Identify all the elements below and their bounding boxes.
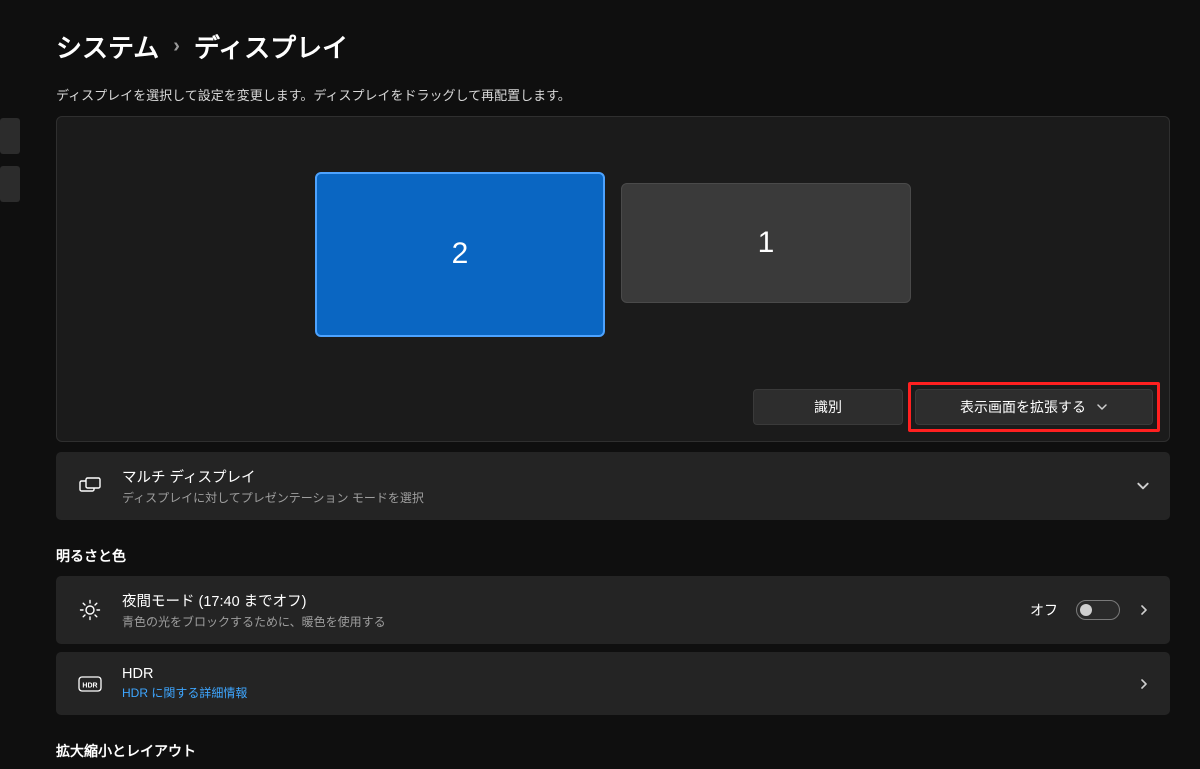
hdr-icon: HDR (76, 676, 104, 692)
night-light-title: 夜間モード (17:40 までオフ) (122, 590, 1012, 611)
chevron-right-icon (1138, 603, 1150, 617)
night-light-row[interactable]: 夜間モード (17:40 までオフ) 青色の光をブロックするために、暖色を使用す… (56, 576, 1170, 644)
chevron-right-icon: › (173, 35, 180, 58)
night-light-icon (76, 599, 104, 621)
window-scroll-stub (0, 166, 20, 202)
chevron-down-icon (1096, 401, 1108, 413)
display-arrangement-actions: 識別 表示画面を拡張する (57, 377, 1169, 441)
display-arrangement-card: 2 1 識別 表示画面を拡張する (56, 116, 1170, 442)
hdr-link[interactable]: HDR に関する詳細情報 (122, 684, 1120, 701)
multi-display-icon (76, 477, 104, 495)
hdr-title: HDR (122, 666, 1120, 682)
extend-display-label: 表示画面を拡張する (960, 397, 1086, 417)
monitor-label: 1 (758, 226, 775, 260)
section-scale-layout: 拡大縮小とレイアウト (56, 741, 1170, 761)
multi-display-title: マルチ ディスプレイ (122, 466, 1118, 487)
breadcrumb: システム › ディスプレイ (56, 28, 1170, 65)
display-monitor-1[interactable]: 1 (621, 183, 911, 303)
display-monitor-2[interactable]: 2 (315, 172, 605, 337)
hdr-row[interactable]: HDR HDR HDR に関する詳細情報 (56, 652, 1170, 715)
multi-display-row[interactable]: マルチ ディスプレイ ディスプレイに対してプレゼンテーション モードを選択 (56, 452, 1170, 520)
multi-display-sub: ディスプレイに対してプレゼンテーション モードを選択 (122, 489, 1118, 506)
identify-button[interactable]: 識別 (753, 389, 903, 425)
night-light-toggle[interactable] (1076, 600, 1120, 620)
night-light-state: オフ (1030, 600, 1058, 620)
night-light-sub: 青色の光をブロックするために、暖色を使用する (122, 613, 1012, 630)
page-subtitle: ディスプレイを選択して設定を変更します。ディスプレイをドラッグして再配置します。 (56, 85, 1170, 104)
monitor-label: 2 (452, 237, 469, 271)
chevron-right-icon (1138, 677, 1150, 691)
settings-display-page: システム › ディスプレイ ディスプレイを選択して設定を変更します。ディスプレイ… (12, 28, 1200, 761)
breadcrumb-parent[interactable]: システム (56, 28, 159, 65)
display-arrangement-area[interactable]: 2 1 (57, 117, 1169, 377)
breadcrumb-current: ディスプレイ (194, 28, 348, 65)
svg-text:HDR: HDR (82, 682, 97, 689)
extend-display-dropdown[interactable]: 表示画面を拡張する (915, 389, 1153, 425)
section-brightness-color: 明るさと色 (56, 546, 1170, 566)
chevron-down-icon (1136, 479, 1150, 493)
identify-button-label: 識別 (814, 397, 842, 417)
window-scroll-stub (0, 118, 20, 154)
